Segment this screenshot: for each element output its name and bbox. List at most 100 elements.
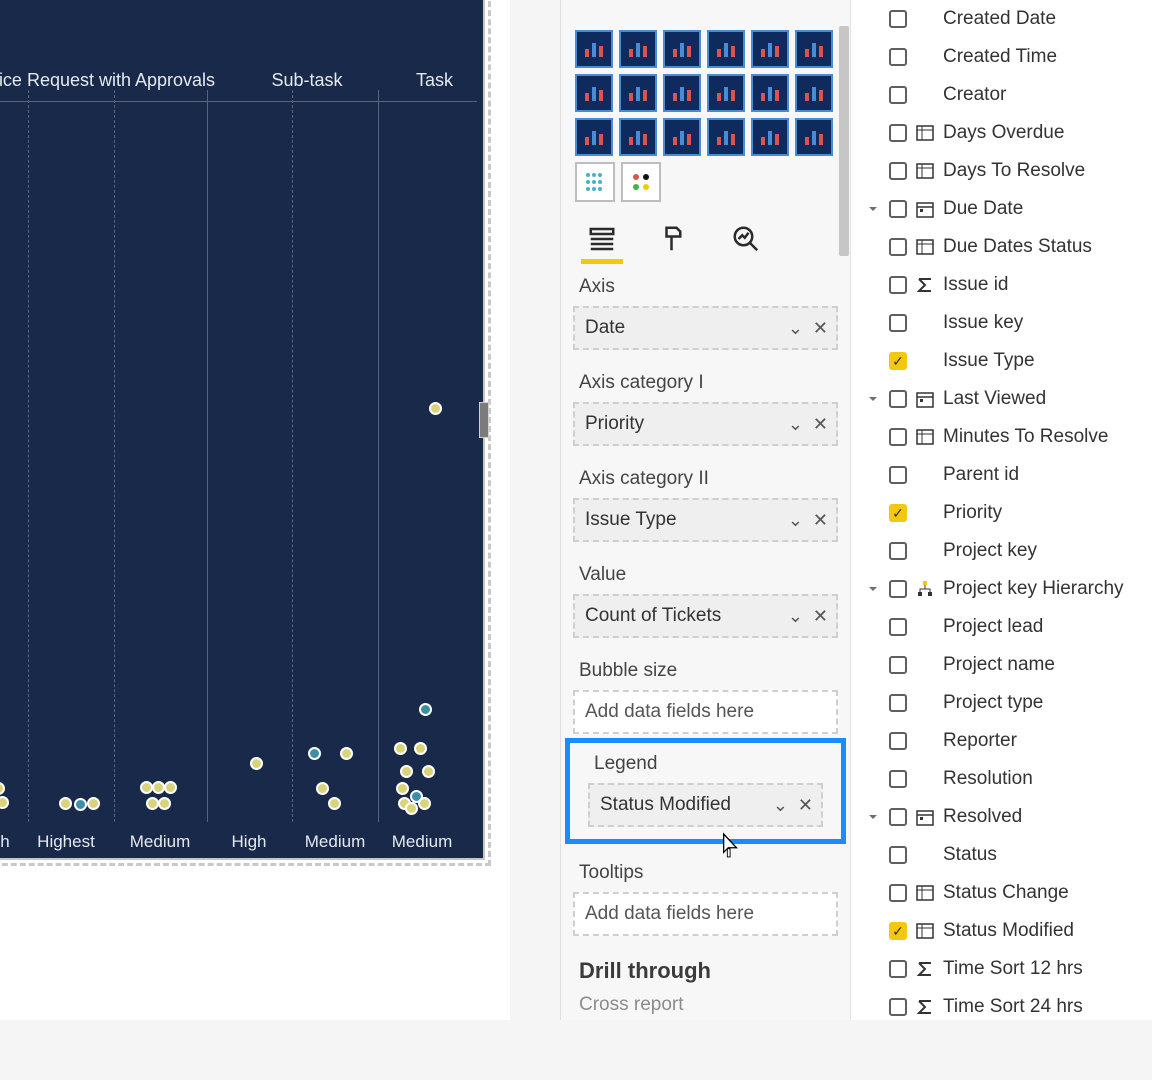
viz-type-icon[interactable] bbox=[619, 30, 657, 68]
field-checkbox[interactable] bbox=[889, 48, 907, 66]
field-row[interactable]: Created Date bbox=[851, 0, 1152, 38]
field-row[interactable]: Project type bbox=[851, 684, 1152, 722]
data-point[interactable] bbox=[394, 742, 407, 755]
field-checkbox[interactable] bbox=[889, 808, 907, 826]
field-checkbox[interactable] bbox=[889, 504, 907, 522]
viz-type-icon[interactable] bbox=[751, 118, 789, 156]
field-row[interactable]: Project key bbox=[851, 532, 1152, 570]
field-well-tooltips[interactable]: Add data fields here bbox=[573, 892, 838, 936]
field-well-legend[interactable]: Status Modified ⌄ ✕ bbox=[588, 783, 823, 827]
viz-type-icon[interactable] bbox=[575, 162, 615, 202]
field-checkbox[interactable] bbox=[889, 428, 907, 446]
field-checkbox[interactable] bbox=[889, 542, 907, 560]
remove-icon[interactable]: ✕ bbox=[798, 795, 813, 816]
data-point[interactable] bbox=[405, 802, 418, 815]
field-well-axis[interactable]: Date ⌄ ✕ bbox=[573, 306, 838, 350]
field-checkbox[interactable] bbox=[889, 238, 907, 256]
field-row[interactable]: Parent id bbox=[851, 456, 1152, 494]
report-canvas[interactable]: ice Request with Approvals Sub-task Task bbox=[0, 0, 510, 1020]
viz-type-icon[interactable] bbox=[575, 74, 613, 112]
field-row[interactable]: Due Date bbox=[851, 190, 1152, 228]
chevron-down-icon[interactable]: ⌄ bbox=[788, 606, 803, 627]
viz-type-icon[interactable] bbox=[663, 74, 701, 112]
data-point[interactable] bbox=[429, 402, 442, 415]
field-row[interactable]: Issue id bbox=[851, 266, 1152, 304]
resize-handle-right[interactable] bbox=[479, 402, 489, 438]
data-point[interactable] bbox=[396, 782, 409, 795]
data-point[interactable] bbox=[316, 782, 329, 795]
viz-type-icon[interactable] bbox=[707, 30, 745, 68]
data-point[interactable] bbox=[74, 798, 87, 811]
field-row[interactable]: Reporter bbox=[851, 722, 1152, 760]
remove-icon[interactable]: ✕ bbox=[813, 318, 828, 339]
field-checkbox[interactable] bbox=[889, 86, 907, 104]
field-checkbox[interactable] bbox=[889, 276, 907, 294]
remove-icon[interactable]: ✕ bbox=[813, 510, 828, 531]
expand-caret-icon[interactable] bbox=[865, 809, 881, 825]
field-checkbox[interactable] bbox=[889, 580, 907, 598]
field-well-bubble[interactable]: Add data fields here bbox=[573, 690, 838, 734]
field-well-axis-cat1[interactable]: Priority ⌄ ✕ bbox=[573, 402, 838, 446]
field-checkbox[interactable] bbox=[889, 352, 907, 370]
field-row[interactable]: Days Overdue bbox=[851, 114, 1152, 152]
field-checkbox[interactable] bbox=[889, 922, 907, 940]
field-checkbox[interactable] bbox=[889, 200, 907, 218]
chevron-down-icon[interactable]: ⌄ bbox=[788, 318, 803, 339]
field-row[interactable]: Time Sort 24 hrs bbox=[851, 988, 1152, 1020]
data-point[interactable] bbox=[0, 782, 5, 795]
field-checkbox[interactable] bbox=[889, 466, 907, 484]
field-row[interactable]: Issue Type bbox=[851, 342, 1152, 380]
viz-type-icon[interactable] bbox=[707, 118, 745, 156]
field-checkbox[interactable] bbox=[889, 770, 907, 788]
viz-type-icon[interactable] bbox=[751, 30, 789, 68]
field-row[interactable]: Priority bbox=[851, 494, 1152, 532]
data-point[interactable] bbox=[414, 742, 427, 755]
viz-type-icon[interactable] bbox=[707, 74, 745, 112]
field-row[interactable]: Resolution bbox=[851, 760, 1152, 798]
bubble-chart-visual[interactable]: ice Request with Approvals Sub-task Task bbox=[0, 0, 485, 860]
field-row[interactable]: Project name bbox=[851, 646, 1152, 684]
expand-caret-icon[interactable] bbox=[865, 201, 881, 217]
field-checkbox[interactable] bbox=[889, 732, 907, 750]
field-checkbox[interactable] bbox=[889, 10, 907, 28]
expand-caret-icon[interactable] bbox=[865, 581, 881, 597]
viz-type-icon[interactable] bbox=[663, 30, 701, 68]
chevron-down-icon[interactable]: ⌄ bbox=[773, 795, 788, 816]
data-point[interactable] bbox=[340, 747, 353, 760]
field-checkbox[interactable] bbox=[889, 960, 907, 978]
data-point[interactable] bbox=[164, 781, 177, 794]
viz-type-icon[interactable] bbox=[795, 118, 833, 156]
field-checkbox[interactable] bbox=[889, 618, 907, 636]
data-point[interactable] bbox=[250, 757, 263, 770]
field-checkbox[interactable] bbox=[889, 390, 907, 408]
expand-caret-icon[interactable] bbox=[865, 391, 881, 407]
data-point[interactable] bbox=[59, 797, 72, 810]
viz-type-icon[interactable] bbox=[619, 74, 657, 112]
field-well-value[interactable]: Count of Tickets ⌄ ✕ bbox=[573, 594, 838, 638]
tab-format-icon[interactable] bbox=[655, 220, 693, 258]
data-point[interactable] bbox=[158, 797, 171, 810]
viz-type-icon[interactable] bbox=[795, 30, 833, 68]
field-checkbox[interactable] bbox=[889, 998, 907, 1016]
data-point[interactable] bbox=[308, 747, 321, 760]
viz-type-icon[interactable] bbox=[663, 118, 701, 156]
viz-type-icon[interactable] bbox=[575, 118, 613, 156]
data-point[interactable] bbox=[87, 797, 100, 810]
chevron-down-icon[interactable]: ⌄ bbox=[788, 510, 803, 531]
remove-icon[interactable]: ✕ bbox=[813, 414, 828, 435]
data-point[interactable] bbox=[328, 797, 341, 810]
field-row[interactable]: Creator bbox=[851, 76, 1152, 114]
field-row[interactable]: Status bbox=[851, 836, 1152, 874]
data-point[interactable] bbox=[0, 796, 9, 809]
scrollbar-thumb[interactable] bbox=[839, 26, 849, 256]
viz-type-icon[interactable] bbox=[795, 74, 833, 112]
viz-type-icon[interactable] bbox=[751, 74, 789, 112]
viz-type-icon[interactable] bbox=[621, 162, 661, 202]
field-checkbox[interactable] bbox=[889, 846, 907, 864]
tab-analytics-icon[interactable] bbox=[727, 220, 765, 258]
field-row[interactable]: Status Modified bbox=[851, 912, 1152, 950]
field-checkbox[interactable] bbox=[889, 124, 907, 142]
field-row[interactable]: Status Change bbox=[851, 874, 1152, 912]
data-point[interactable] bbox=[422, 765, 435, 778]
chevron-down-icon[interactable]: ⌄ bbox=[788, 414, 803, 435]
